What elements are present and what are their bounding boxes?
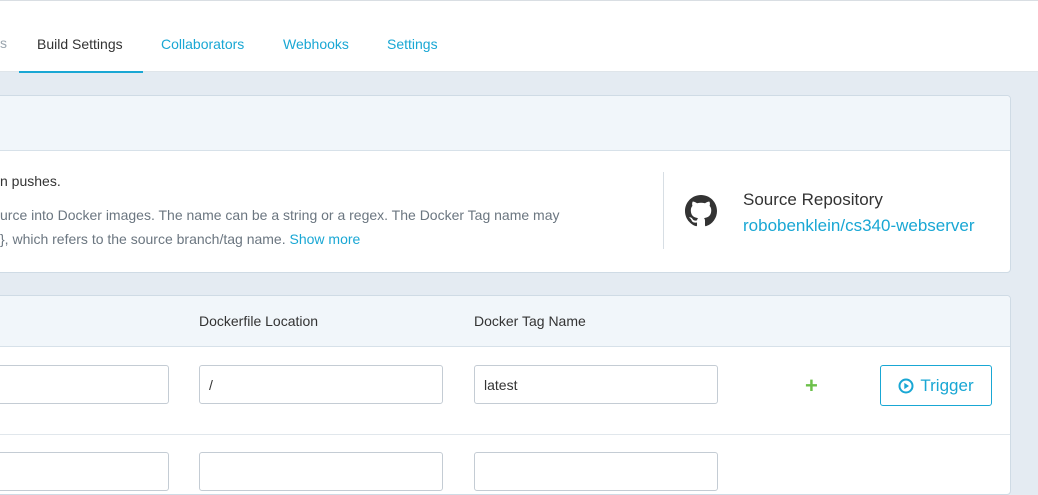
dockerfile-location-header: Dockerfile Location — [199, 313, 319, 329]
info-text-line-1: n pushes. — [0, 173, 61, 189]
panel-header — [0, 96, 1010, 151]
docker-tag-name-input[interactable] — [474, 365, 718, 404]
panel-divider — [663, 172, 664, 249]
trigger-label: Trigger — [920, 375, 974, 395]
dockerfile-location-input[interactable] — [199, 365, 443, 404]
next-row-source-input[interactable] — [0, 452, 169, 491]
github-icon — [685, 195, 717, 227]
tab-build-settings[interactable]: Build Settings — [37, 36, 123, 52]
trigger-button[interactable]: Trigger — [880, 365, 992, 406]
play-circle-icon — [898, 378, 914, 393]
tab-cutoff-fragment[interactable]: s — [0, 35, 7, 51]
show-more-link[interactable]: Show more — [290, 231, 361, 247]
info-text-line-3: }, which refers to the source branch/tag… — [0, 231, 361, 247]
next-row-dockerfile-input[interactable] — [199, 452, 443, 491]
row-divider — [0, 434, 1010, 435]
next-row-tag-input[interactable] — [474, 452, 718, 491]
docker-tag-name-header: Docker Tag Name — [474, 313, 586, 329]
tab-collaborators[interactable]: Collaborators — [161, 36, 244, 52]
active-tab-indicator — [19, 71, 143, 73]
source-repository-label: Source Repository — [743, 190, 883, 209]
info-text-line-2: urce into Docker images. The name can be… — [0, 207, 560, 223]
tab-settings[interactable]: Settings — [387, 36, 438, 52]
top-tab-bar: s Build Settings Collaborators Webhooks … — [0, 0, 1038, 73]
source-repository-link[interactable]: robobenklein/cs340-webserver — [743, 216, 975, 236]
tab-webhooks[interactable]: Webhooks — [283, 36, 349, 52]
plus-icon[interactable]: + — [805, 375, 818, 397]
source-input[interactable] — [0, 365, 169, 404]
